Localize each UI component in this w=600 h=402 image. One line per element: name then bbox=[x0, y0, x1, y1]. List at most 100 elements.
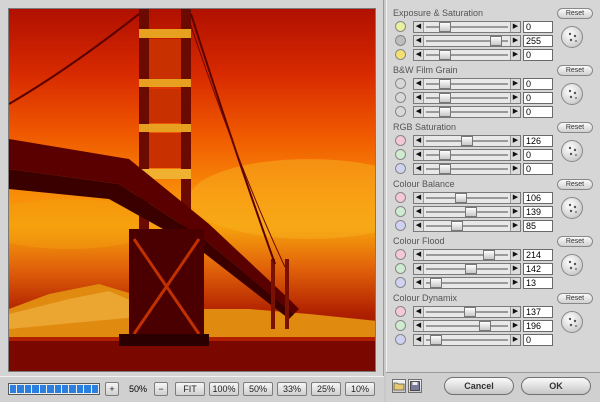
slider-right-arrow-icon[interactable]: ▶ bbox=[510, 136, 520, 146]
slider-thumb[interactable] bbox=[439, 107, 451, 117]
slider-right-arrow-icon[interactable]: ▶ bbox=[510, 250, 520, 260]
value-field[interactable]: 0 bbox=[523, 78, 553, 90]
slider[interactable]: ◀ ▶ bbox=[413, 206, 521, 218]
slider-right-arrow-icon[interactable]: ▶ bbox=[510, 264, 520, 274]
slider-left-arrow-icon[interactable]: ◀ bbox=[414, 93, 424, 103]
slider-left-arrow-icon[interactable]: ◀ bbox=[414, 207, 424, 217]
ok-button[interactable]: OK bbox=[521, 377, 591, 395]
slider-right-arrow-icon[interactable]: ▶ bbox=[510, 36, 520, 46]
slider-left-arrow-icon[interactable]: ◀ bbox=[414, 50, 424, 60]
zoom-10-button[interactable]: 10% bbox=[345, 382, 375, 396]
slider-thumb[interactable] bbox=[439, 150, 451, 160]
slider-thumb[interactable] bbox=[451, 221, 463, 231]
slider-thumb[interactable] bbox=[461, 136, 473, 146]
value-field[interactable]: 13 bbox=[523, 277, 553, 289]
slider[interactable]: ◀ ▶ bbox=[413, 92, 521, 104]
slider-thumb[interactable] bbox=[465, 207, 477, 217]
value-field[interactable]: 0 bbox=[523, 106, 553, 118]
slider-right-arrow-icon[interactable]: ▶ bbox=[510, 22, 520, 32]
reset-button[interactable]: Reset bbox=[557, 65, 593, 76]
slider-right-arrow-icon[interactable]: ▶ bbox=[510, 321, 520, 331]
value-field[interactable]: 0 bbox=[523, 334, 553, 346]
randomize-dial-icon[interactable] bbox=[561, 311, 583, 333]
reset-button[interactable]: Reset bbox=[557, 122, 593, 133]
value-field[interactable]: 137 bbox=[523, 306, 553, 318]
slider[interactable]: ◀ ▶ bbox=[413, 263, 521, 275]
zoom-33-button[interactable]: 33% bbox=[277, 382, 307, 396]
slider[interactable]: ◀ ▶ bbox=[413, 249, 521, 261]
slider-right-arrow-icon[interactable]: ▶ bbox=[510, 107, 520, 117]
slider[interactable]: ◀ ▶ bbox=[413, 21, 521, 33]
zoom-fit-button[interactable]: FIT bbox=[175, 382, 205, 396]
slider-thumb[interactable] bbox=[439, 164, 451, 174]
randomize-dial-icon[interactable] bbox=[561, 140, 583, 162]
randomize-dial-icon[interactable] bbox=[561, 197, 583, 219]
cancel-button[interactable]: Cancel bbox=[444, 377, 514, 395]
slider-left-arrow-icon[interactable]: ◀ bbox=[414, 278, 424, 288]
value-field[interactable]: 0 bbox=[523, 163, 553, 175]
slider-thumb[interactable] bbox=[465, 264, 477, 274]
slider-right-arrow-icon[interactable]: ▶ bbox=[510, 221, 520, 231]
slider-thumb[interactable] bbox=[455, 193, 467, 203]
slider-right-arrow-icon[interactable]: ▶ bbox=[510, 164, 520, 174]
slider[interactable]: ◀ ▶ bbox=[413, 106, 521, 118]
value-field[interactable]: 255 bbox=[523, 35, 553, 47]
slider[interactable]: ◀ ▶ bbox=[413, 192, 521, 204]
slider[interactable]: ◀ ▶ bbox=[413, 49, 521, 61]
slider-left-arrow-icon[interactable]: ◀ bbox=[414, 250, 424, 260]
open-folder-icon[interactable] bbox=[392, 379, 406, 393]
slider-left-arrow-icon[interactable]: ◀ bbox=[414, 193, 424, 203]
slider-left-arrow-icon[interactable]: ◀ bbox=[414, 321, 424, 331]
slider[interactable]: ◀ ▶ bbox=[413, 149, 521, 161]
value-field[interactable]: 106 bbox=[523, 192, 553, 204]
randomize-dial-icon[interactable] bbox=[561, 254, 583, 276]
reset-button[interactable]: Reset bbox=[557, 179, 593, 190]
zoom-100-button[interactable]: 100% bbox=[209, 382, 239, 396]
slider-thumb[interactable] bbox=[483, 250, 495, 260]
value-field[interactable]: 196 bbox=[523, 320, 553, 332]
slider-thumb[interactable] bbox=[439, 22, 451, 32]
zoom-25-button[interactable]: 25% bbox=[311, 382, 341, 396]
slider-thumb[interactable] bbox=[430, 278, 442, 288]
slider[interactable]: ◀ ▶ bbox=[413, 220, 521, 232]
slider-thumb[interactable] bbox=[490, 36, 502, 46]
value-field[interactable]: 139 bbox=[523, 206, 553, 218]
zoom-in-button[interactable]: + bbox=[105, 382, 119, 396]
slider-left-arrow-icon[interactable]: ◀ bbox=[414, 164, 424, 174]
value-field[interactable]: 126 bbox=[523, 135, 553, 147]
slider-left-arrow-icon[interactable]: ◀ bbox=[414, 221, 424, 231]
save-disk-icon[interactable] bbox=[408, 379, 422, 393]
slider-left-arrow-icon[interactable]: ◀ bbox=[414, 107, 424, 117]
slider-right-arrow-icon[interactable]: ▶ bbox=[510, 50, 520, 60]
slider-right-arrow-icon[interactable]: ▶ bbox=[510, 150, 520, 160]
reset-button[interactable]: Reset bbox=[557, 293, 593, 304]
slider-left-arrow-icon[interactable]: ◀ bbox=[414, 79, 424, 89]
slider-right-arrow-icon[interactable]: ▶ bbox=[510, 93, 520, 103]
slider[interactable]: ◀ ▶ bbox=[413, 306, 521, 318]
value-field[interactable]: 0 bbox=[523, 21, 553, 33]
value-field[interactable]: 85 bbox=[523, 220, 553, 232]
slider[interactable]: ◀ ▶ bbox=[413, 277, 521, 289]
slider-thumb[interactable] bbox=[439, 79, 451, 89]
slider-right-arrow-icon[interactable]: ▶ bbox=[510, 207, 520, 217]
value-field[interactable]: 0 bbox=[523, 149, 553, 161]
slider-left-arrow-icon[interactable]: ◀ bbox=[414, 36, 424, 46]
slider-thumb[interactable] bbox=[439, 93, 451, 103]
reset-button[interactable]: Reset bbox=[557, 236, 593, 247]
randomize-dial-icon[interactable] bbox=[561, 83, 583, 105]
randomize-dial-icon[interactable] bbox=[561, 26, 583, 48]
zoom-out-button[interactable]: − bbox=[154, 382, 168, 396]
slider-thumb[interactable] bbox=[479, 321, 491, 331]
slider-left-arrow-icon[interactable]: ◀ bbox=[414, 22, 424, 32]
slider-left-arrow-icon[interactable]: ◀ bbox=[414, 307, 424, 317]
slider[interactable]: ◀ ▶ bbox=[413, 35, 521, 47]
slider-right-arrow-icon[interactable]: ▶ bbox=[510, 335, 520, 345]
reset-button[interactable]: Reset bbox=[557, 8, 593, 19]
slider[interactable]: ◀ ▶ bbox=[413, 334, 521, 346]
slider[interactable]: ◀ ▶ bbox=[413, 78, 521, 90]
slider-left-arrow-icon[interactable]: ◀ bbox=[414, 335, 424, 345]
slider-right-arrow-icon[interactable]: ▶ bbox=[510, 193, 520, 203]
slider-thumb[interactable] bbox=[464, 307, 476, 317]
slider-thumb[interactable] bbox=[430, 335, 442, 345]
slider-right-arrow-icon[interactable]: ▶ bbox=[510, 278, 520, 288]
